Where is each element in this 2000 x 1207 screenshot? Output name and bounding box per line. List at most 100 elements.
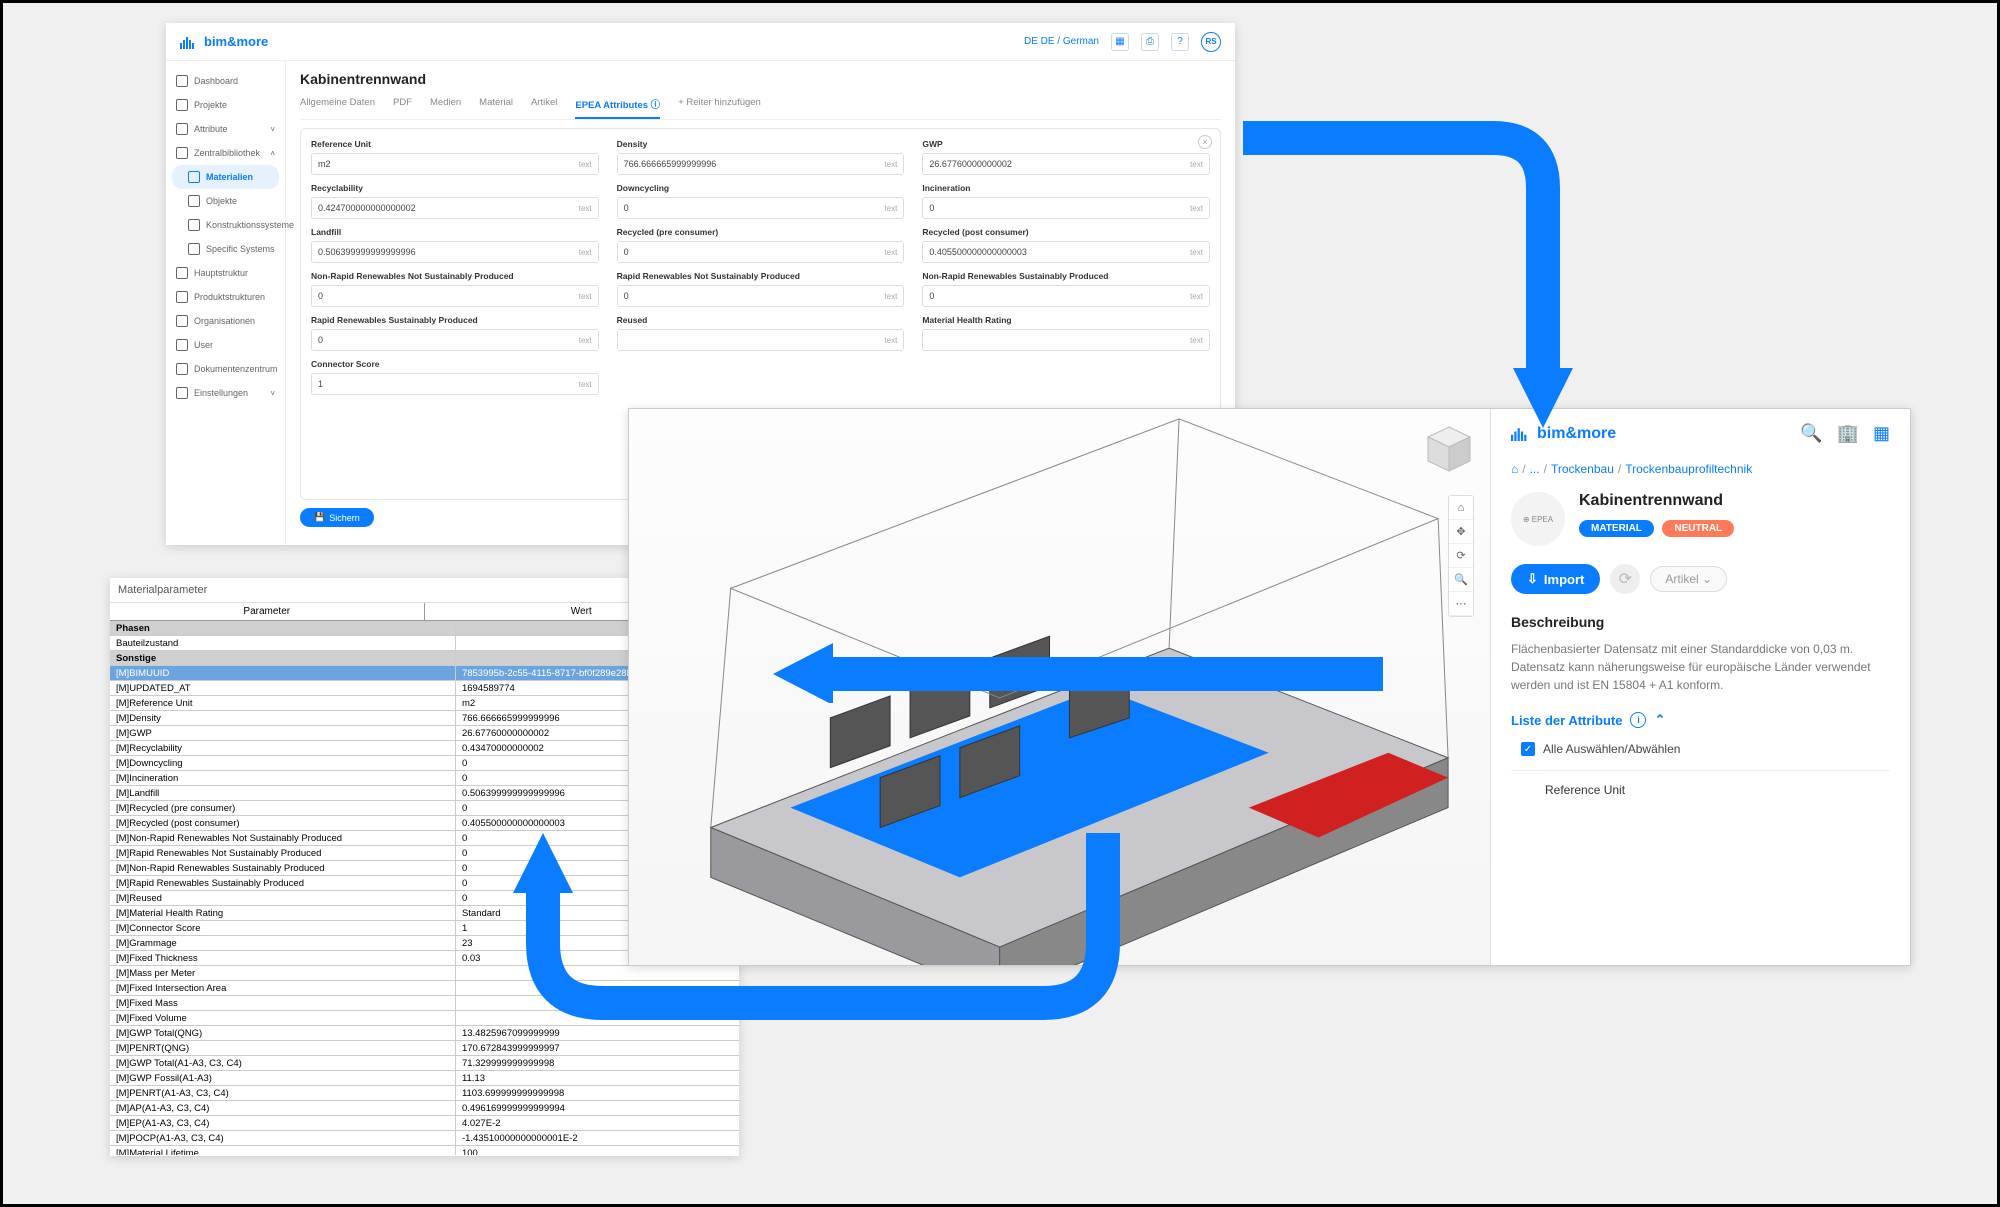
sidebar-item[interactable]: Specific Systems — [172, 237, 279, 261]
nav-icon — [176, 99, 188, 111]
table-row[interactable]: [M]POCP(A1-A3, C3, C4)-1.435100000000000… — [110, 1131, 739, 1146]
sidebar-item[interactable]: Dashboard — [172, 69, 279, 93]
breadcrumb[interactable]: ⌂/.../Trockenbau/Trockenbauprofiltechnik — [1511, 462, 1890, 476]
more-icon[interactable]: ⋯ — [1449, 592, 1473, 616]
field-label: Incineration — [922, 183, 1210, 193]
viewcube-icon[interactable] — [1422, 423, 1476, 477]
text-input[interactable]: text — [617, 329, 905, 351]
doc-icon[interactable]: ⎙ — [1141, 33, 1159, 51]
tab[interactable]: Allgemeine Daten — [300, 97, 375, 119]
tab[interactable]: Artikel — [531, 97, 557, 119]
page-title: Kabinentrennwand — [300, 71, 1221, 87]
nav-icon — [176, 315, 188, 327]
apps-icon[interactable]: ▦ — [1873, 423, 1890, 444]
sidebar-item[interactable]: Dokumentenzentrum — [172, 357, 279, 381]
fields-grid: Reference UnittextDensitytextGWPtextRecy… — [311, 139, 1210, 395]
sidebar-item[interactable]: Attribute˅ — [172, 117, 279, 141]
tab[interactable]: + Reiter hinzufügen — [678, 97, 761, 119]
field-label: Non-Rapid Renewables Sustainably Produce… — [922, 271, 1210, 281]
checkbox-icon[interactable]: ✓ — [1521, 742, 1535, 756]
home-icon[interactable]: ⌂ — [1449, 496, 1473, 520]
orbit-icon[interactable]: ⟳ — [1449, 544, 1473, 568]
sidebar-item[interactable]: Zentralbibliothek˄ — [172, 141, 279, 165]
save-button[interactable]: 💾 Sichern — [300, 508, 374, 527]
attr-list-header[interactable]: Liste der Attributei⌃ — [1511, 712, 1890, 728]
table-row[interactable]: [M]GWP Total(A1-A3, C3, C4)71.3299999999… — [110, 1056, 739, 1071]
tabs: Allgemeine Daten PDF Medien Material Artikel… — [300, 97, 1221, 120]
text-input[interactable]: text — [922, 197, 1210, 219]
sidebar-item[interactable]: Hauptstruktur — [172, 261, 279, 285]
table-row[interactable]: [M]Material Lifetime100 — [110, 1146, 739, 1155]
topbar: bim&more DE DE / German ▦ ⎙ ? RS — [166, 23, 1235, 61]
table-row[interactable]: [M]GWP Total(QNG)13.4825967099999999 — [110, 1026, 739, 1041]
sidebar-item[interactable]: Produktstrukturen — [172, 285, 279, 309]
grid-icon[interactable]: ▦ — [1111, 33, 1129, 51]
field-label: Rapid Renewables Not Sustainably Produce… — [617, 271, 905, 281]
tab[interactable]: PDF — [393, 97, 412, 119]
field: Recycled (pre consumer) text — [617, 227, 905, 263]
field-label: Downcycling — [617, 183, 905, 193]
avatar[interactable]: RS — [1201, 32, 1221, 52]
zoom-icon[interactable]: 🔍 — [1449, 568, 1473, 592]
tab[interactable]: Medien — [430, 97, 461, 119]
nav-icon — [176, 147, 188, 159]
text-input[interactable]: text — [617, 285, 905, 307]
sidebar-item[interactable]: Organisationen — [172, 309, 279, 333]
table-row[interactable]: [M]EP(A1-A3, C3, C4)4.027E-2 — [110, 1116, 739, 1131]
sidebar-item[interactable]: Projekte — [172, 93, 279, 117]
field-label: Density — [617, 139, 905, 149]
field-label: Rapid Renewables Sustainably Produced — [311, 315, 599, 325]
text-input[interactable]: text — [311, 241, 599, 263]
text-input[interactable]: text — [617, 241, 905, 263]
attr-item[interactable]: Reference Unit — [1511, 770, 1890, 797]
sidebar-item[interactable]: Materialien — [172, 165, 279, 189]
select-all[interactable]: ✓ Alle Auswählen/Abwählen — [1511, 742, 1890, 756]
field: Material Health Ratingtext — [922, 315, 1210, 351]
table-row[interactable]: [M]AP(A1-A3, C3, C4)0.496169999999999994 — [110, 1101, 739, 1116]
field-label: Recycled (pre consumer) — [617, 227, 905, 237]
pan-icon[interactable]: ✥ — [1449, 520, 1473, 544]
refresh-icon[interactable]: ⟳ — [1610, 564, 1640, 594]
3d-viewport[interactable]: ⌂ ✥ ⟳ 🔍 ⋯ — [629, 409, 1490, 965]
tab[interactable]: EPEA Attributes ⓘ — [575, 97, 660, 119]
nav-icon — [176, 123, 188, 135]
field-label: Reused — [617, 315, 905, 325]
nav-icon — [176, 267, 188, 279]
close-icon[interactable]: × — [1198, 135, 1212, 149]
table-row[interactable]: [M]PENRT(A1-A3, C3, C4)1103.699999999999… — [110, 1086, 739, 1101]
text-input[interactable]: text — [922, 329, 1210, 351]
text-input[interactable]: text — [311, 285, 599, 307]
table-row[interactable]: [M]Fixed Intersection Area — [110, 981, 739, 996]
artikel-dropdown[interactable]: Artikel ⌄ — [1650, 566, 1727, 592]
text-input[interactable]: text — [922, 241, 1210, 263]
field: Non-Rapid Renewables Sustainably Produce… — [922, 271, 1210, 307]
table-row[interactable]: [M]Fixed Volume — [110, 1011, 739, 1026]
text-input[interactable]: text — [922, 153, 1210, 175]
text-input[interactable]: text — [311, 329, 599, 351]
text-input[interactable]: text — [617, 197, 905, 219]
table-row[interactable]: [M]GWP Fossil(A1-A3)11.13 — [110, 1071, 739, 1086]
building-icon[interactable]: 🏢 — [1837, 423, 1859, 444]
tab[interactable]: Material — [479, 97, 513, 119]
field-label: GWP — [922, 139, 1210, 149]
text-input[interactable]: text — [311, 153, 599, 175]
search-icon[interactable]: 🔍 — [1800, 423, 1822, 444]
lang-select[interactable]: DE DE / German — [1024, 36, 1099, 47]
sidebar-item[interactable]: Objekte — [172, 189, 279, 213]
pill-material: MATERIAL — [1579, 520, 1654, 537]
text-input[interactable]: text — [311, 197, 599, 219]
info-icon[interactable]: i — [1630, 712, 1646, 728]
table-row[interactable]: [M]PENRT(QNG)170.672843999999997 — [110, 1041, 739, 1056]
table-row[interactable]: [M]Mass per Meter — [110, 966, 739, 981]
text-input[interactable]: text — [617, 153, 905, 175]
text-input[interactable]: text — [922, 285, 1210, 307]
sidebar-item[interactable]: Konstruktionssysteme — [172, 213, 279, 237]
table-row[interactable]: [M]Fixed Mass — [110, 996, 739, 1011]
sidebar-item[interactable]: Einstellungen˅ — [172, 381, 279, 405]
sidebar-item[interactable]: User — [172, 333, 279, 357]
nav-icon — [188, 219, 200, 231]
help-icon[interactable]: ? — [1171, 33, 1189, 51]
import-button[interactable]: ⇩ Import — [1511, 564, 1600, 594]
text-input[interactable]: text — [311, 373, 599, 395]
field-label: Recyclability — [311, 183, 599, 193]
